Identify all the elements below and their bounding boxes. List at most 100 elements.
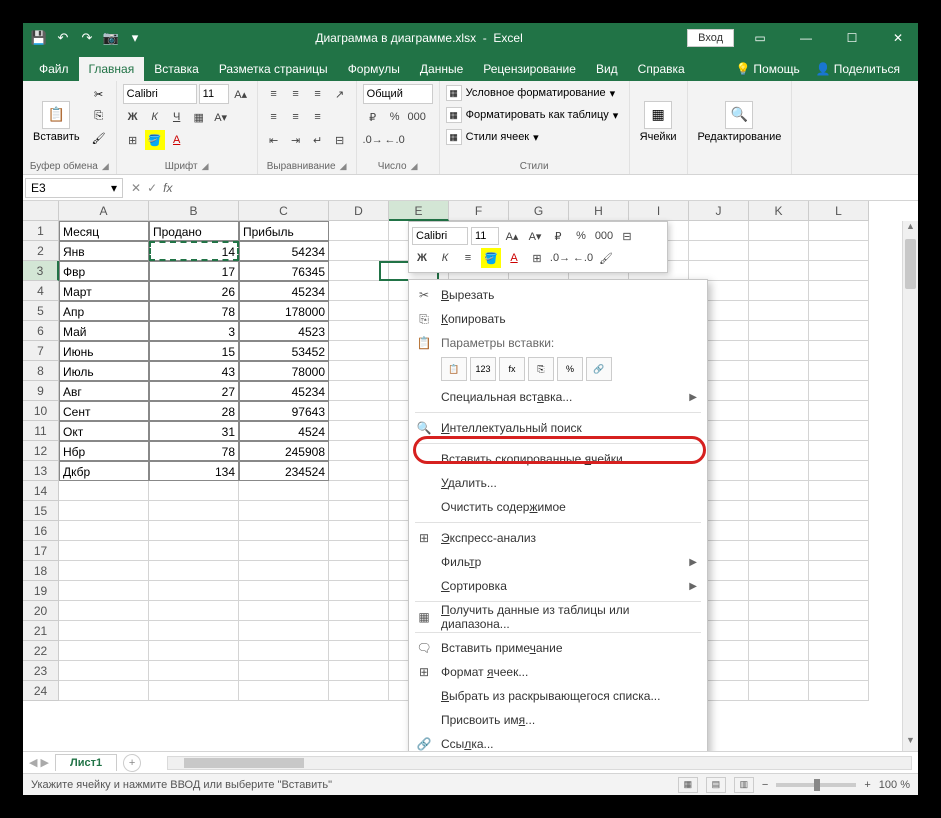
undo-icon[interactable]: ↶: [55, 30, 71, 46]
row-7[interactable]: 7: [23, 341, 59, 361]
cell[interactable]: [749, 501, 809, 521]
row-16[interactable]: 16: [23, 521, 59, 541]
ctx-paste-special[interactable]: Специальная вставка...▶: [409, 385, 707, 409]
cells-button[interactable]: ▦Ячейки: [636, 84, 681, 159]
borders-icon[interactable]: ▦: [189, 107, 209, 127]
mt-currency-icon[interactable]: ₽: [548, 226, 568, 246]
ctx-quick-analysis[interactable]: ⊞Экспресс-анализ: [409, 526, 707, 550]
ctx-insert-comment[interactable]: 🗨Вставить примечание: [409, 636, 707, 660]
cell[interactable]: [329, 601, 389, 621]
row-19[interactable]: 19: [23, 581, 59, 601]
cell[interactable]: [329, 421, 389, 441]
grow-font-icon[interactable]: A▴: [231, 84, 251, 104]
row-14[interactable]: 14: [23, 481, 59, 501]
cell[interactable]: [749, 661, 809, 681]
row-4[interactable]: 4: [23, 281, 59, 301]
vertical-scrollbar[interactable]: ▲ ▼: [902, 221, 918, 751]
cell[interactable]: [749, 621, 809, 641]
scroll-down-icon[interactable]: ▼: [903, 735, 918, 751]
ctx-clear[interactable]: Очистить содержимое: [409, 495, 707, 519]
scroll-up-icon[interactable]: ▲: [903, 221, 918, 237]
orient-icon[interactable]: ↗: [330, 84, 350, 104]
cell[interactable]: [239, 641, 329, 661]
paste-button[interactable]: 📋 Вставить: [29, 84, 84, 159]
cell[interactable]: [239, 681, 329, 701]
fill-color-icon[interactable]: 🪣: [145, 130, 165, 150]
name-box[interactable]: E3▾: [25, 178, 123, 198]
cell[interactable]: [329, 241, 389, 261]
mt-align-icon[interactable]: ≡: [458, 248, 478, 268]
row-2[interactable]: 2: [23, 241, 59, 261]
cell[interactable]: [329, 641, 389, 661]
cell[interactable]: [329, 221, 389, 241]
cell[interactable]: [239, 521, 329, 541]
paste-values-icon[interactable]: 123: [470, 357, 496, 381]
ribbon-opts-icon[interactable]: ▭: [740, 23, 780, 53]
cell[interactable]: 17: [149, 261, 239, 281]
cell[interactable]: [329, 581, 389, 601]
cell[interactable]: [809, 601, 869, 621]
row-15[interactable]: 15: [23, 501, 59, 521]
cell[interactable]: [749, 481, 809, 501]
mt-dec-dec-icon[interactable]: ←.0: [573, 248, 593, 268]
ctx-delete[interactable]: Удалить...: [409, 471, 707, 495]
cell[interactable]: [749, 221, 809, 241]
cell[interactable]: 134: [149, 461, 239, 481]
cell[interactable]: [809, 401, 869, 421]
zoom-out-button[interactable]: −: [762, 779, 768, 791]
cell[interactable]: [809, 261, 869, 281]
cell[interactable]: [809, 341, 869, 361]
cell[interactable]: 97643: [239, 401, 329, 421]
cell[interactable]: [149, 661, 239, 681]
cell[interactable]: 4523: [239, 321, 329, 341]
col-D[interactable]: D: [329, 201, 389, 221]
currency-icon[interactable]: ₽: [363, 107, 383, 127]
col-G[interactable]: G: [509, 201, 569, 221]
cell[interactable]: [329, 501, 389, 521]
number-format-select[interactable]: [363, 84, 433, 104]
qat-dropdown-icon[interactable]: ▾: [127, 30, 143, 46]
cell[interactable]: [59, 481, 149, 501]
align-right-icon[interactable]: ≡: [308, 107, 328, 127]
cell[interactable]: [59, 561, 149, 581]
cell[interactable]: [749, 681, 809, 701]
cell[interactable]: [809, 301, 869, 321]
cell[interactable]: 54234: [239, 241, 329, 261]
cell[interactable]: 234524: [239, 461, 329, 481]
tab-layout[interactable]: Разметка страницы: [209, 57, 338, 81]
close-button[interactable]: ✕: [878, 23, 918, 53]
cell[interactable]: [329, 521, 389, 541]
cell[interactable]: [809, 441, 869, 461]
cell[interactable]: [239, 481, 329, 501]
horizontal-scrollbar[interactable]: [167, 756, 912, 770]
cell[interactable]: [809, 481, 869, 501]
cell[interactable]: [329, 541, 389, 561]
cell[interactable]: [749, 401, 809, 421]
view-break-icon[interactable]: ▥: [734, 777, 754, 793]
cell[interactable]: [329, 281, 389, 301]
view-layout-icon[interactable]: ▤: [706, 777, 726, 793]
cell[interactable]: [239, 561, 329, 581]
cell[interactable]: [239, 661, 329, 681]
ctx-copy[interactable]: ⎘Копировать: [409, 307, 707, 331]
row-22[interactable]: 22: [23, 641, 59, 661]
cancel-icon[interactable]: ✕: [131, 181, 141, 195]
cell[interactable]: 78: [149, 441, 239, 461]
cell[interactable]: [749, 561, 809, 581]
cell[interactable]: [329, 441, 389, 461]
cell[interactable]: [809, 461, 869, 481]
col-L[interactable]: L: [809, 201, 869, 221]
cell[interactable]: [149, 561, 239, 581]
camera-icon[interactable]: 📷: [103, 30, 119, 46]
cell[interactable]: [149, 601, 239, 621]
border-btn[interactable]: ⊞: [123, 130, 143, 150]
cell[interactable]: 45234: [239, 381, 329, 401]
cell[interactable]: [59, 681, 149, 701]
cell[interactable]: Июль: [59, 361, 149, 381]
dec-dec-icon[interactable]: ←.0: [385, 130, 405, 150]
cell[interactable]: 4524: [239, 421, 329, 441]
dialog-launcher-icon[interactable]: ◢: [340, 161, 347, 172]
enter-icon[interactable]: ✓: [147, 181, 157, 195]
mt-font-select[interactable]: [412, 227, 468, 245]
tab-help[interactable]: Справка: [628, 57, 695, 81]
